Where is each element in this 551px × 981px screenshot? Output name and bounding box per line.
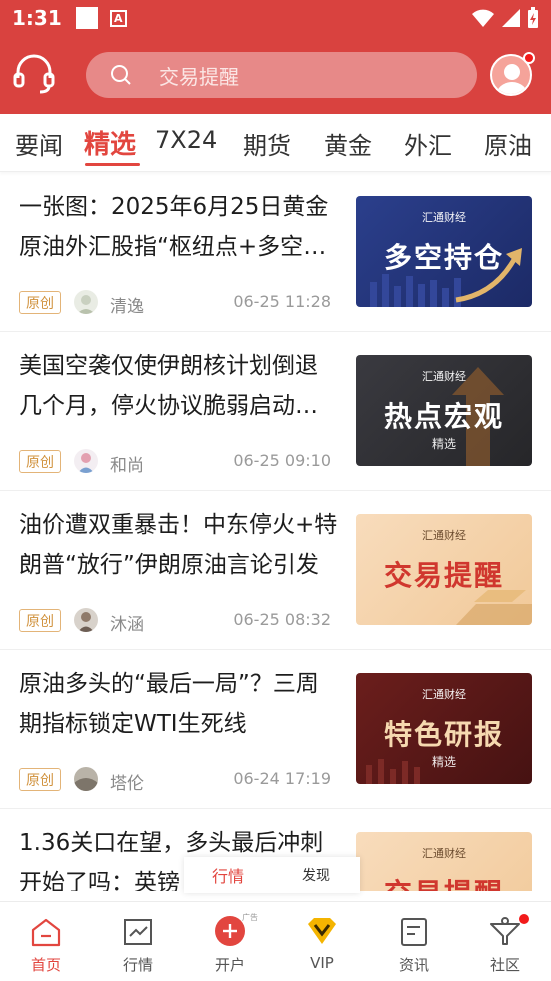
article-thumbnail[interactable]: 汇通财经 交易提醒 <box>356 832 532 891</box>
wifi-icon <box>472 9 494 27</box>
thumbnail-brand: 汇通财经 <box>422 688 466 701</box>
tab-yaowen[interactable]: 要闻 <box>15 126 63 161</box>
status-bar: 1:31 A <box>0 0 551 36</box>
nav-label: VIP <box>310 954 334 972</box>
publish-time: 06-25 08:32 <box>233 610 331 629</box>
nav-home[interactable]: 首页 <box>0 902 92 981</box>
nav-label: 资讯 <box>398 956 429 974</box>
nav-label: 社区 <box>489 956 520 974</box>
quick-market-button[interactable]: 行情 <box>184 863 272 887</box>
tab-huangjin[interactable]: 黄金 <box>324 126 372 161</box>
nav-news[interactable]: 资讯 <box>368 902 460 981</box>
author-name: 塔伦 <box>110 774 144 794</box>
signal-icon <box>502 9 520 27</box>
home-icon <box>31 918 61 947</box>
article-item[interactable]: 一张图：2025年6月25日黄金原油外汇股指“枢纽点+多空持仓” 原创 清逸 0… <box>0 173 551 332</box>
ad-tag: 广告 <box>242 913 258 922</box>
article-title[interactable]: 一张图：2025年6月25日黄金原油外汇股指“枢纽点+多空持仓” <box>19 187 339 267</box>
notification-square-icon <box>75 7 98 29</box>
notification-dot <box>523 52 535 64</box>
app-notification-icon: A <box>109 9 127 27</box>
article-thumbnail[interactable]: 汇通财经 特色研报 精选 <box>356 673 532 784</box>
author-avatar <box>74 290 98 314</box>
app-header: 交易提醒 <box>0 36 551 114</box>
tab-7x24[interactable]: 7X24 <box>155 126 217 154</box>
vip-icon <box>308 918 336 944</box>
tab-jingxuan[interactable]: 精选 <box>84 124 136 161</box>
quick-discover-button[interactable]: 发现 <box>272 865 360 885</box>
thumbnail-sub: 精选 <box>431 437 456 451</box>
market-quick-popup: 行情 发现 <box>184 857 360 893</box>
article-title[interactable]: 原油多头的“最后一局”？三周期指标锁定WTI生死线 <box>19 664 339 744</box>
search-placeholder: 交易提醒 <box>159 64 239 89</box>
search-bar[interactable]: 交易提醒 <box>86 52 477 98</box>
article-item[interactable]: 美国空袭仅使伊朗核计划倒退几个月，停火协议脆弱启动不久 原创 和尚 06-25 … <box>0 332 551 491</box>
nav-vip[interactable]: VIP <box>276 902 368 981</box>
article-feed[interactable]: 一张图：2025年6月25日黄金原油外汇股指“枢纽点+多空持仓” 原创 清逸 0… <box>0 173 551 891</box>
original-badge: 原创 <box>19 291 61 314</box>
article-thumbnail[interactable]: 汇通财经 交易提醒 <box>356 514 532 625</box>
article-meta: 原创 清逸 06-25 11:28 <box>19 290 331 317</box>
notification-dot <box>519 914 529 924</box>
news-icon <box>401 918 427 946</box>
search-icon <box>111 65 131 85</box>
author-avatar <box>74 608 98 632</box>
original-badge: 原创 <box>19 768 61 791</box>
original-badge: 原创 <box>19 609 61 632</box>
thumbnail-brand: 汇通财经 <box>422 847 466 860</box>
author-name: 沐涵 <box>110 615 144 635</box>
nav-community[interactable]: 社区 <box>459 902 551 981</box>
original-badge: 原创 <box>19 450 61 473</box>
tab-qihuo[interactable]: 期货 <box>243 126 291 161</box>
thumbnail-headline: 交易提醒 <box>356 872 532 891</box>
tab-yuanyou[interactable]: 原油 <box>484 126 532 161</box>
author-name: 清逸 <box>110 297 144 317</box>
nav-label: 首页 <box>30 956 61 974</box>
author-avatar <box>74 767 98 791</box>
article-thumbnail[interactable]: 汇通财经 多空持仓 <box>356 196 532 307</box>
article-meta: 原创 和尚 06-25 09:10 <box>19 449 331 476</box>
article-meta: 原创 塔伦 06-24 17:19 <box>19 767 331 794</box>
category-tabs: 要闻 精选 7X24 期货 黄金 外汇 原油 <box>0 114 551 172</box>
active-tab-indicator <box>85 163 140 166</box>
thumbnail-headline: 多空持仓 <box>383 241 504 274</box>
article-title[interactable]: 美国空袭仅使伊朗核计划倒退几个月，停火协议脆弱启动不久 <box>19 346 339 426</box>
bottom-navigation: 首页 行情 广告 开户 VIP 资讯 社区 <box>0 901 551 981</box>
thumbnail-brand: 汇通财经 <box>422 370 466 383</box>
article-meta: 原创 沐涵 06-25 08:32 <box>19 608 331 635</box>
thumbnail-brand: 汇通财经 <box>422 529 466 542</box>
headset-icon[interactable] <box>12 52 56 96</box>
publish-time: 06-25 09:10 <box>233 451 331 470</box>
nav-market[interactable]: 行情 <box>92 902 184 981</box>
author-name: 和尚 <box>110 456 144 476</box>
publish-time: 06-25 11:28 <box>233 292 331 311</box>
status-time: 1:31 <box>12 6 62 30</box>
thumbnail-sub: 精选 <box>431 755 456 769</box>
article-thumbnail[interactable]: 汇通财经 热点宏观 精选 <box>356 355 532 466</box>
author-avatar <box>74 449 98 473</box>
thumbnail-headline: 热点宏观 <box>383 400 504 433</box>
publish-time: 06-24 17:19 <box>233 769 331 788</box>
article-title[interactable]: 油价遭双重暴击！中东停火+特朗普“放行”伊朗原油言论引发 <box>19 505 339 585</box>
nav-open-account[interactable]: 广告 开户 <box>184 902 276 981</box>
nav-label: 开户 <box>214 956 245 974</box>
article-item[interactable]: 原油多头的“最后一局”？三周期指标锁定WTI生死线 原创 塔伦 06-24 17… <box>0 650 551 809</box>
chart-icon <box>124 919 152 945</box>
thumbnail-headline: 特色研报 <box>383 718 504 751</box>
community-icon <box>490 917 520 945</box>
nav-label: 行情 <box>122 956 153 974</box>
tab-waihui[interactable]: 外汇 <box>404 126 452 161</box>
article-item[interactable]: 油价遭双重暴击！中东停火+特朗普“放行”伊朗原油言论引发 原创 沐涵 06-25… <box>0 491 551 650</box>
thumbnail-brand: 汇通财经 <box>422 211 466 224</box>
battery-icon <box>528 7 538 28</box>
thumbnail-headline: 交易提醒 <box>383 559 504 592</box>
